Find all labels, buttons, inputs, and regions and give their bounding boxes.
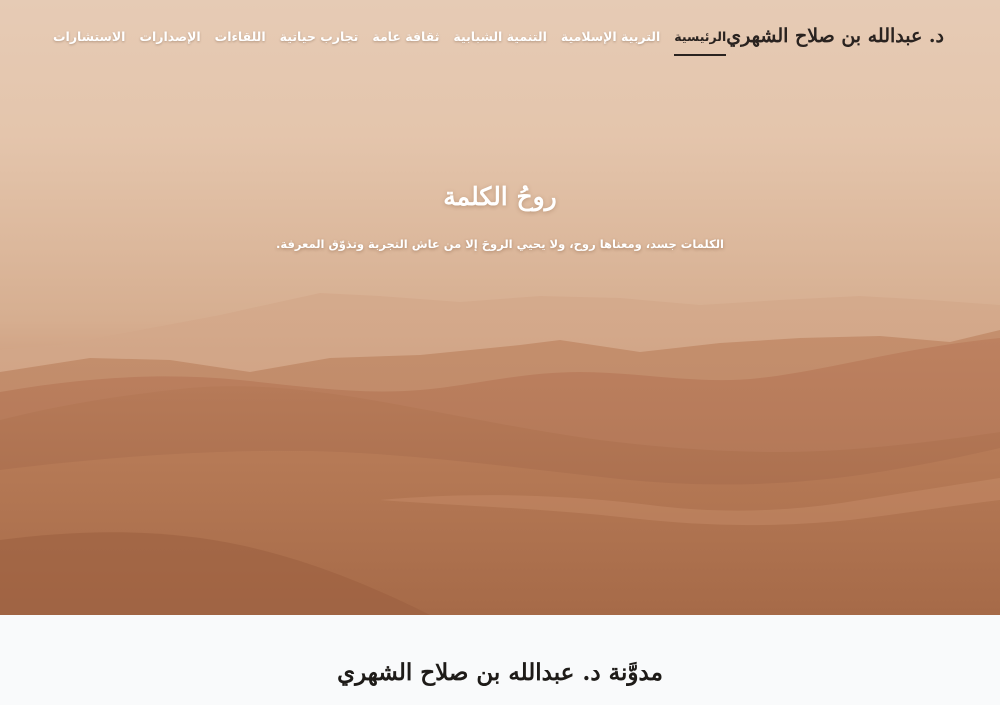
hero-text-block: روحُ الكلمة الكلمات جسد، ومعناها روح، ول… (0, 182, 1000, 251)
nav-item-life-experiences[interactable]: تجارب حياتية (280, 25, 359, 48)
nav-item-youth-development[interactable]: التنمية الشبابية (453, 25, 546, 48)
nav-item-home[interactable]: الرئيسية (674, 25, 726, 56)
nav-item-interviews[interactable]: اللقاءات (215, 25, 266, 48)
top-navigation-bar: د. عبدالله بن صلاح الشهري الرئيسية الترب… (0, 0, 1000, 72)
hero-title: روحُ الكلمة (443, 182, 557, 211)
desert-dunes-image (0, 293, 1000, 615)
site-brand-title[interactable]: د. عبدالله بن صلاح الشهري (726, 25, 944, 47)
nav-item-islamic-education[interactable]: التربية الإسلامية (561, 25, 660, 48)
blog-intro-section: مدوَّنة د. عبدالله بن صلاح الشهري (0, 615, 1000, 705)
nav-item-consultations[interactable]: الاستشارات (53, 25, 125, 48)
main-nav: الرئيسية التربية الإسلامية التنمية الشبا… (53, 25, 726, 56)
hero-subtitle: الكلمات جسد، ومعناها روح، ولا يحيي الروح… (276, 237, 724, 251)
nav-item-general-culture[interactable]: ثقافة عامة (372, 25, 439, 48)
hero-banner: د. عبدالله بن صلاح الشهري الرئيسية الترب… (0, 0, 1000, 615)
nav-item-publications[interactable]: الإصدارات (139, 25, 200, 48)
section-title: مدوَّنة د. عبدالله بن صلاح الشهري (337, 659, 663, 686)
